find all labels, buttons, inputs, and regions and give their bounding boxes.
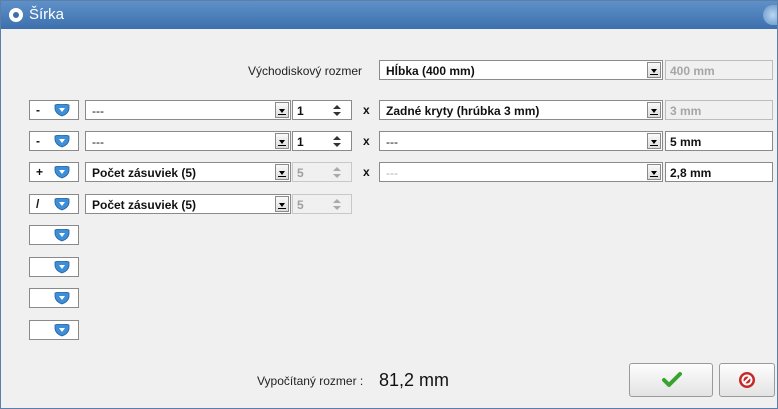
multiply-sign-2: x — [363, 134, 370, 148]
dropdown-arrow-icon[interactable] — [275, 133, 289, 149]
dropdown-arrow-icon[interactable] — [275, 164, 289, 180]
multiplier-stepper-4: 5 — [292, 194, 352, 214]
ok-button[interactable] — [629, 363, 713, 397]
base-dimension-field: 400 mm — [665, 60, 773, 80]
operator-button-5[interactable] — [29, 225, 79, 245]
operator-symbol-2: - — [36, 134, 40, 148]
base-dimension-value: Hĺbka (400 mm) — [386, 64, 475, 78]
value-field-2[interactable]: 5 mm — [665, 131, 773, 151]
stepper-up-icon[interactable] — [333, 105, 341, 109]
shield-dropdown-icon — [54, 292, 70, 305]
multiply-sign-3: x — [363, 165, 370, 179]
shield-dropdown-icon — [54, 166, 70, 179]
dropdown-arrow-icon[interactable] — [275, 102, 289, 118]
base-dimension-select[interactable]: Hĺbka (400 mm) — [379, 60, 663, 80]
operator-button-2[interactable]: - — [29, 131, 79, 151]
multiplier-value-3: 5 — [297, 166, 304, 180]
dialog-window: Šírka Východiskový rozmer Hĺbka (400 mm)… — [0, 0, 778, 409]
value-field-1-value: 3 mm — [670, 104, 702, 118]
multiplier-value-1: 1 — [297, 104, 304, 118]
dropdown-arrow-icon[interactable] — [647, 164, 661, 180]
cancel-button[interactable] — [719, 363, 775, 397]
dropdown-arrow-icon[interactable] — [647, 62, 661, 78]
value-field-1: 3 mm — [665, 100, 773, 120]
multiplier-value-4: 5 — [297, 198, 304, 212]
operator-symbol-4: / — [36, 197, 40, 211]
factor-select-4[interactable]: Počet zásuviek (5) — [85, 194, 291, 214]
shield-dropdown-icon — [54, 198, 70, 211]
multiplier-stepper-2[interactable]: 1 — [292, 131, 352, 151]
factor-select-2[interactable]: --- — [85, 131, 291, 151]
stepper-up-icon — [333, 167, 341, 171]
operator-button-1[interactable]: - — [29, 100, 79, 120]
title-bar[interactable]: Šírka — [1, 1, 777, 29]
cancel-icon — [739, 372, 755, 388]
stepper-down-icon — [333, 206, 341, 210]
value-field-3-value: 2,8 mm — [670, 166, 712, 180]
factor-select-3-value: Počet zásuviek (5) — [92, 166, 197, 180]
factor-select-3[interactable]: Počet zásuviek (5) — [85, 162, 291, 182]
dropdown-arrow-icon[interactable] — [647, 133, 661, 149]
multiply-sign-1: x — [363, 103, 370, 117]
base-dimension-field-value: 400 mm — [670, 64, 715, 78]
dropdown-arrow-icon[interactable] — [647, 102, 661, 118]
shield-dropdown-icon — [54, 135, 70, 148]
close-icon[interactable] — [763, 5, 777, 25]
multiplier-stepper-1[interactable]: 1 — [292, 100, 352, 120]
factor-select-4-value: Počet zásuviek (5) — [92, 198, 197, 212]
window-title: Šírka — [29, 6, 65, 23]
component-select-1[interactable]: Zadné kryty (hrúbka 3 mm) — [379, 100, 663, 120]
factor-select-2-value: --- — [92, 135, 104, 149]
operator-button-3[interactable]: + — [29, 162, 79, 182]
computed-dimension-label: Vypočítaný rozmer : — [257, 374, 364, 388]
multiplier-value-2: 1 — [297, 135, 304, 149]
multiplier-stepper-3: 5 — [292, 162, 352, 182]
operator-button-6[interactable] — [29, 257, 79, 277]
operator-symbol-3: + — [36, 165, 44, 179]
stepper-up-icon — [333, 199, 341, 203]
checkmark-icon — [662, 372, 682, 387]
computed-dimension-value: 81,2 mm — [379, 370, 450, 390]
factor-select-1-value: --- — [92, 104, 104, 118]
component-select-3-value: --- — [386, 166, 398, 180]
stepper-down-icon[interactable] — [333, 112, 341, 116]
shield-dropdown-icon — [54, 229, 70, 242]
component-select-2-value: --- — [386, 135, 398, 149]
value-field-2-value: 5 mm — [670, 135, 702, 149]
component-select-2[interactable]: --- — [379, 131, 663, 151]
base-dimension-label: Východiskový rozmer — [248, 64, 363, 78]
operator-button-7[interactable] — [29, 288, 79, 308]
shield-dropdown-icon — [54, 104, 70, 117]
shield-dropdown-icon — [54, 261, 70, 274]
component-select-3[interactable]: --- — [379, 162, 663, 182]
dropdown-arrow-icon[interactable] — [275, 196, 289, 212]
factor-select-1[interactable]: --- — [85, 100, 291, 120]
component-select-1-value: Zadné kryty (hrúbka 3 mm) — [386, 104, 540, 118]
stepper-down-icon[interactable] — [333, 143, 341, 147]
dialog-content: Východiskový rozmer Hĺbka (400 mm) 400 m… — [1, 29, 777, 408]
shield-dropdown-icon — [54, 324, 70, 337]
operator-button-4[interactable]: / — [29, 194, 79, 214]
value-field-3[interactable]: 2,8 mm — [665, 162, 773, 182]
operator-symbol-1: - — [36, 103, 40, 117]
stepper-up-icon[interactable] — [333, 136, 341, 140]
stepper-down-icon — [333, 174, 341, 178]
app-icon — [9, 8, 23, 22]
operator-button-8[interactable] — [29, 320, 79, 340]
